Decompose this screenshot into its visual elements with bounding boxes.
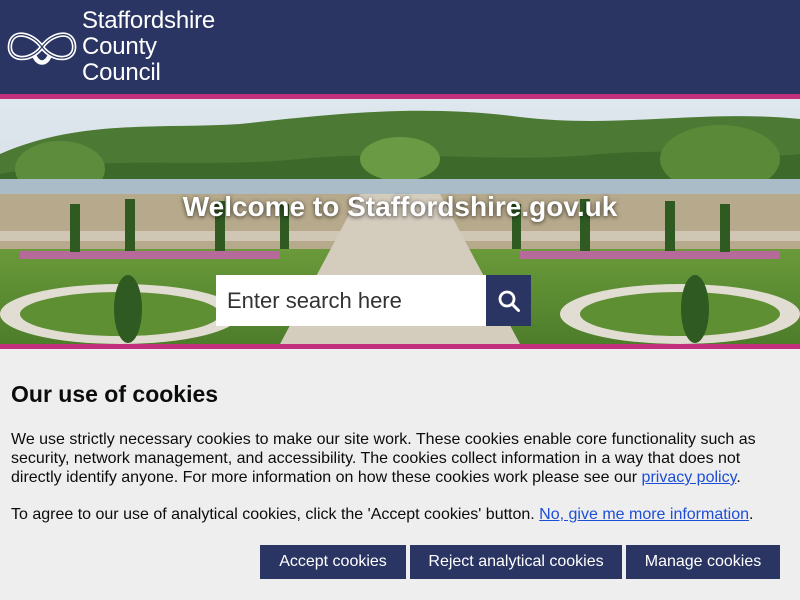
logo-line-1: Staffordshire — [82, 7, 216, 34]
more-information-link[interactable]: No, give me more information — [539, 506, 749, 523]
site-header: Staffordshire County Council — [0, 0, 800, 94]
search-button[interactable] — [486, 275, 531, 326]
cookie-description-end: . — [736, 469, 741, 486]
cookie-consent-instructions: To agree to our use of analytical cookie… — [11, 505, 789, 524]
reject-analytical-cookies-button[interactable]: Reject analytical cookies — [410, 545, 622, 579]
site-logo[interactable]: Staffordshire County Council — [6, 8, 238, 86]
accept-cookies-button[interactable]: Accept cookies — [260, 545, 406, 579]
search-input[interactable] — [216, 275, 486, 326]
cookie-banner: Our use of cookies We use strictly neces… — [0, 349, 800, 600]
hero-title: Welcome to Staffordshire.gov.uk — [182, 191, 618, 222]
cookie-consent-end: . — [749, 506, 754, 523]
cookie-heading: Our use of cookies — [11, 381, 219, 407]
cookie-consent-text: To agree to our use of analytical cookie… — [11, 506, 540, 523]
search-icon — [498, 290, 520, 312]
logo-line-2: County Council — [82, 33, 161, 86]
cookie-description: We use strictly necessary cookies to mak… — [11, 430, 789, 487]
staffordshire-knot-icon — [7, 32, 77, 65]
manage-cookies-button[interactable]: Manage cookies — [626, 545, 780, 579]
logo-wordmark: Staffordshire County Council — [82, 8, 238, 86]
privacy-policy-link[interactable]: privacy policy — [642, 469, 737, 486]
hero-banner: Welcome to Staffordshire.gov.uk — [0, 99, 800, 344]
